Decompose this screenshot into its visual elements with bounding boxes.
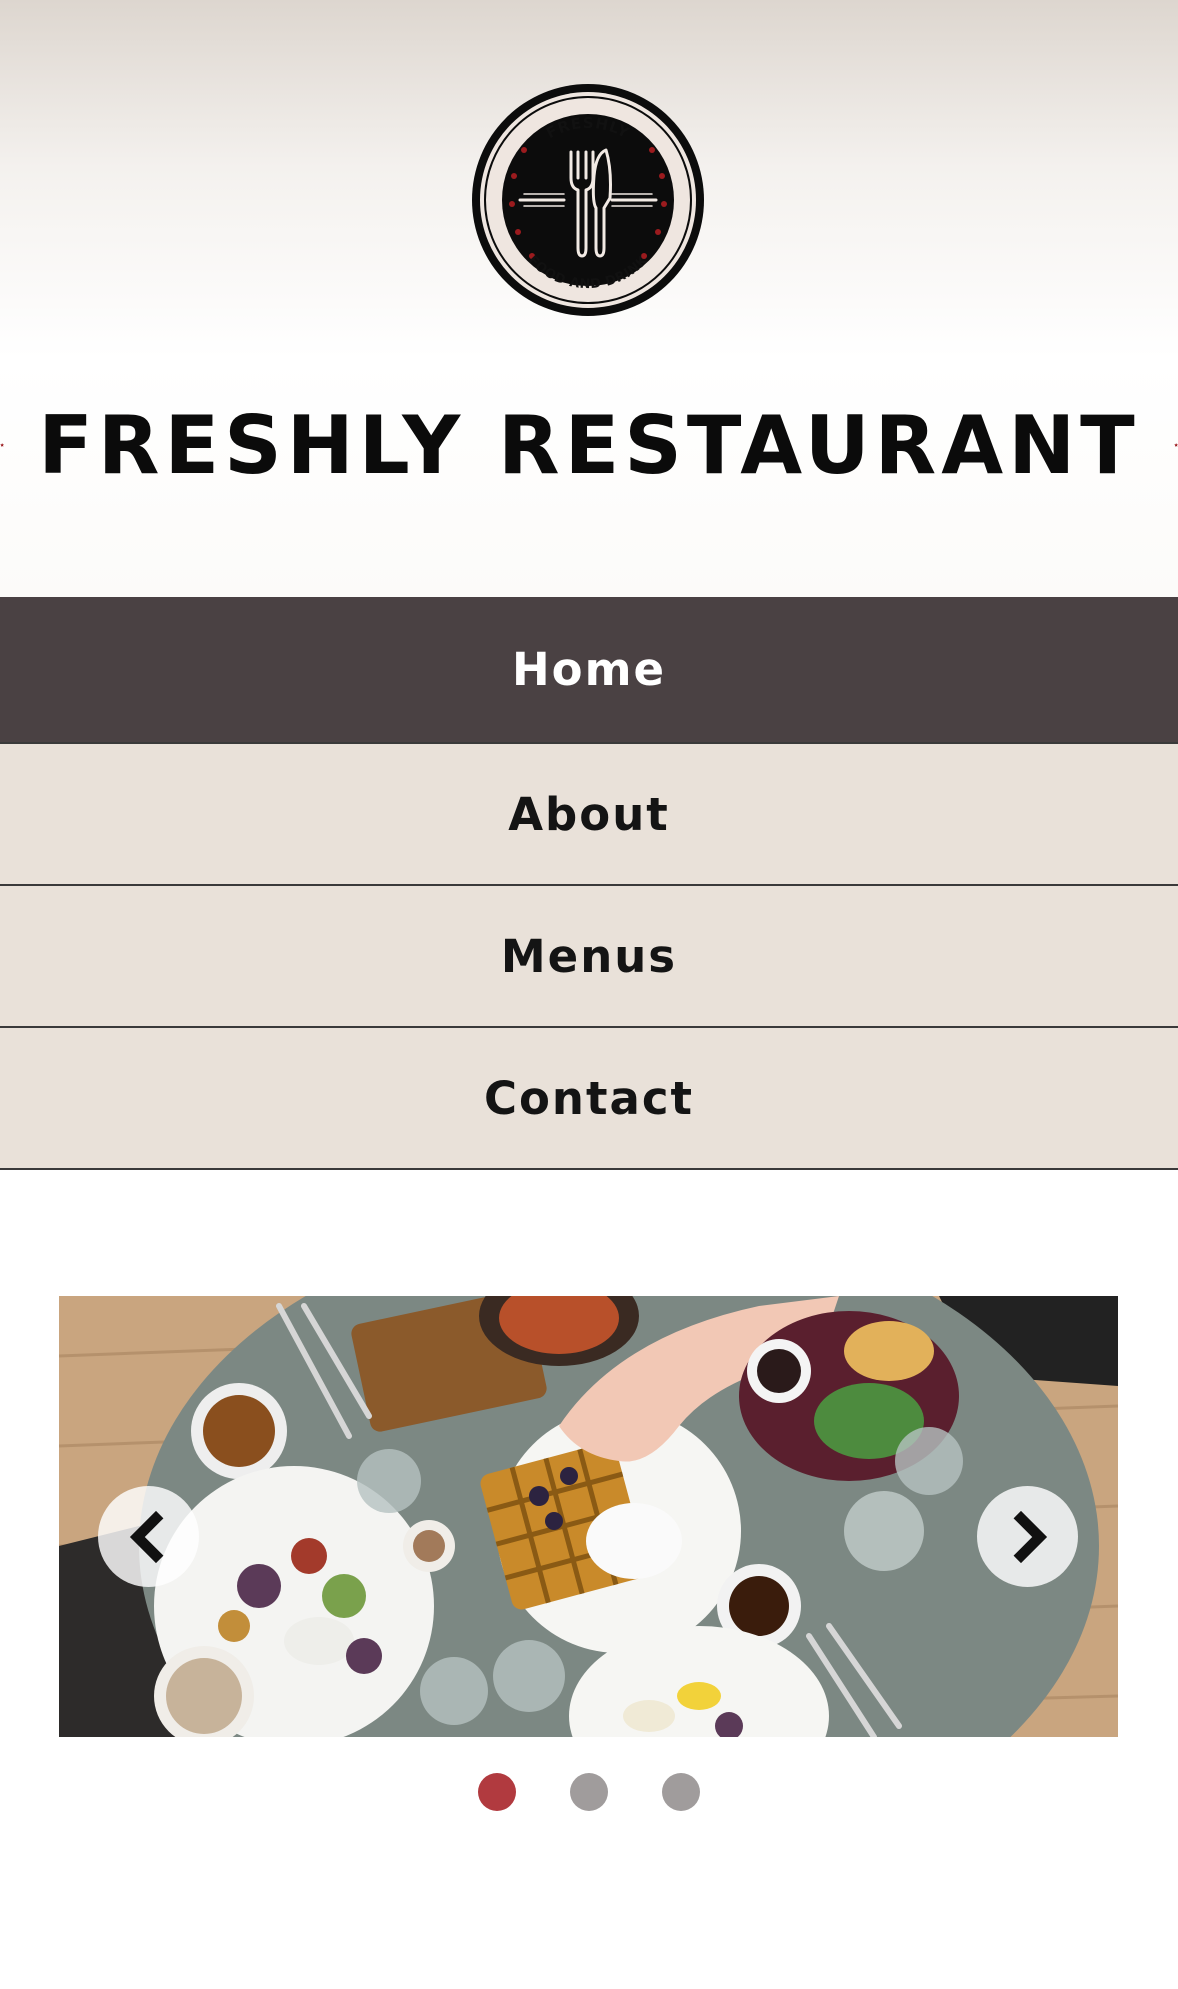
carousel-next-button[interactable] — [977, 1486, 1078, 1587]
star-icon — [0, 443, 5, 447]
carousel-prev-button[interactable] — [98, 1486, 199, 1587]
site-title: FRESHLY RESTAURANT — [38, 398, 1140, 492]
nav-item-menus[interactable]: Menus — [0, 886, 1178, 1028]
chevron-right-icon — [1013, 1510, 1047, 1563]
carousel-dot-2[interactable] — [570, 1773, 608, 1811]
carousel-dot-1[interactable] — [478, 1773, 516, 1811]
image-carousel — [59, 1296, 1118, 1737]
chevron-left-icon — [129, 1510, 163, 1563]
nav-item-home[interactable]: Home — [0, 597, 1178, 744]
nav-item-contact[interactable]: Contact — [0, 1028, 1178, 1170]
star-icon — [1173, 443, 1178, 447]
carousel-slide-image — [59, 1296, 1118, 1737]
carousel-indicators — [0, 1773, 1178, 1811]
restaurant-logo[interactable]: FRESHLY FOOD AND DRINK — [468, 80, 708, 320]
carousel-dot-3[interactable] — [662, 1773, 700, 1811]
site-header: FRESHLY FOOD AND DRINK FRESHLY RESTAURAN… — [0, 0, 1178, 597]
title-row: FRESHLY RESTAURANT — [0, 380, 1178, 510]
main-nav: Home About Menus Contact — [0, 597, 1178, 1170]
nav-item-about[interactable]: About — [0, 744, 1178, 886]
